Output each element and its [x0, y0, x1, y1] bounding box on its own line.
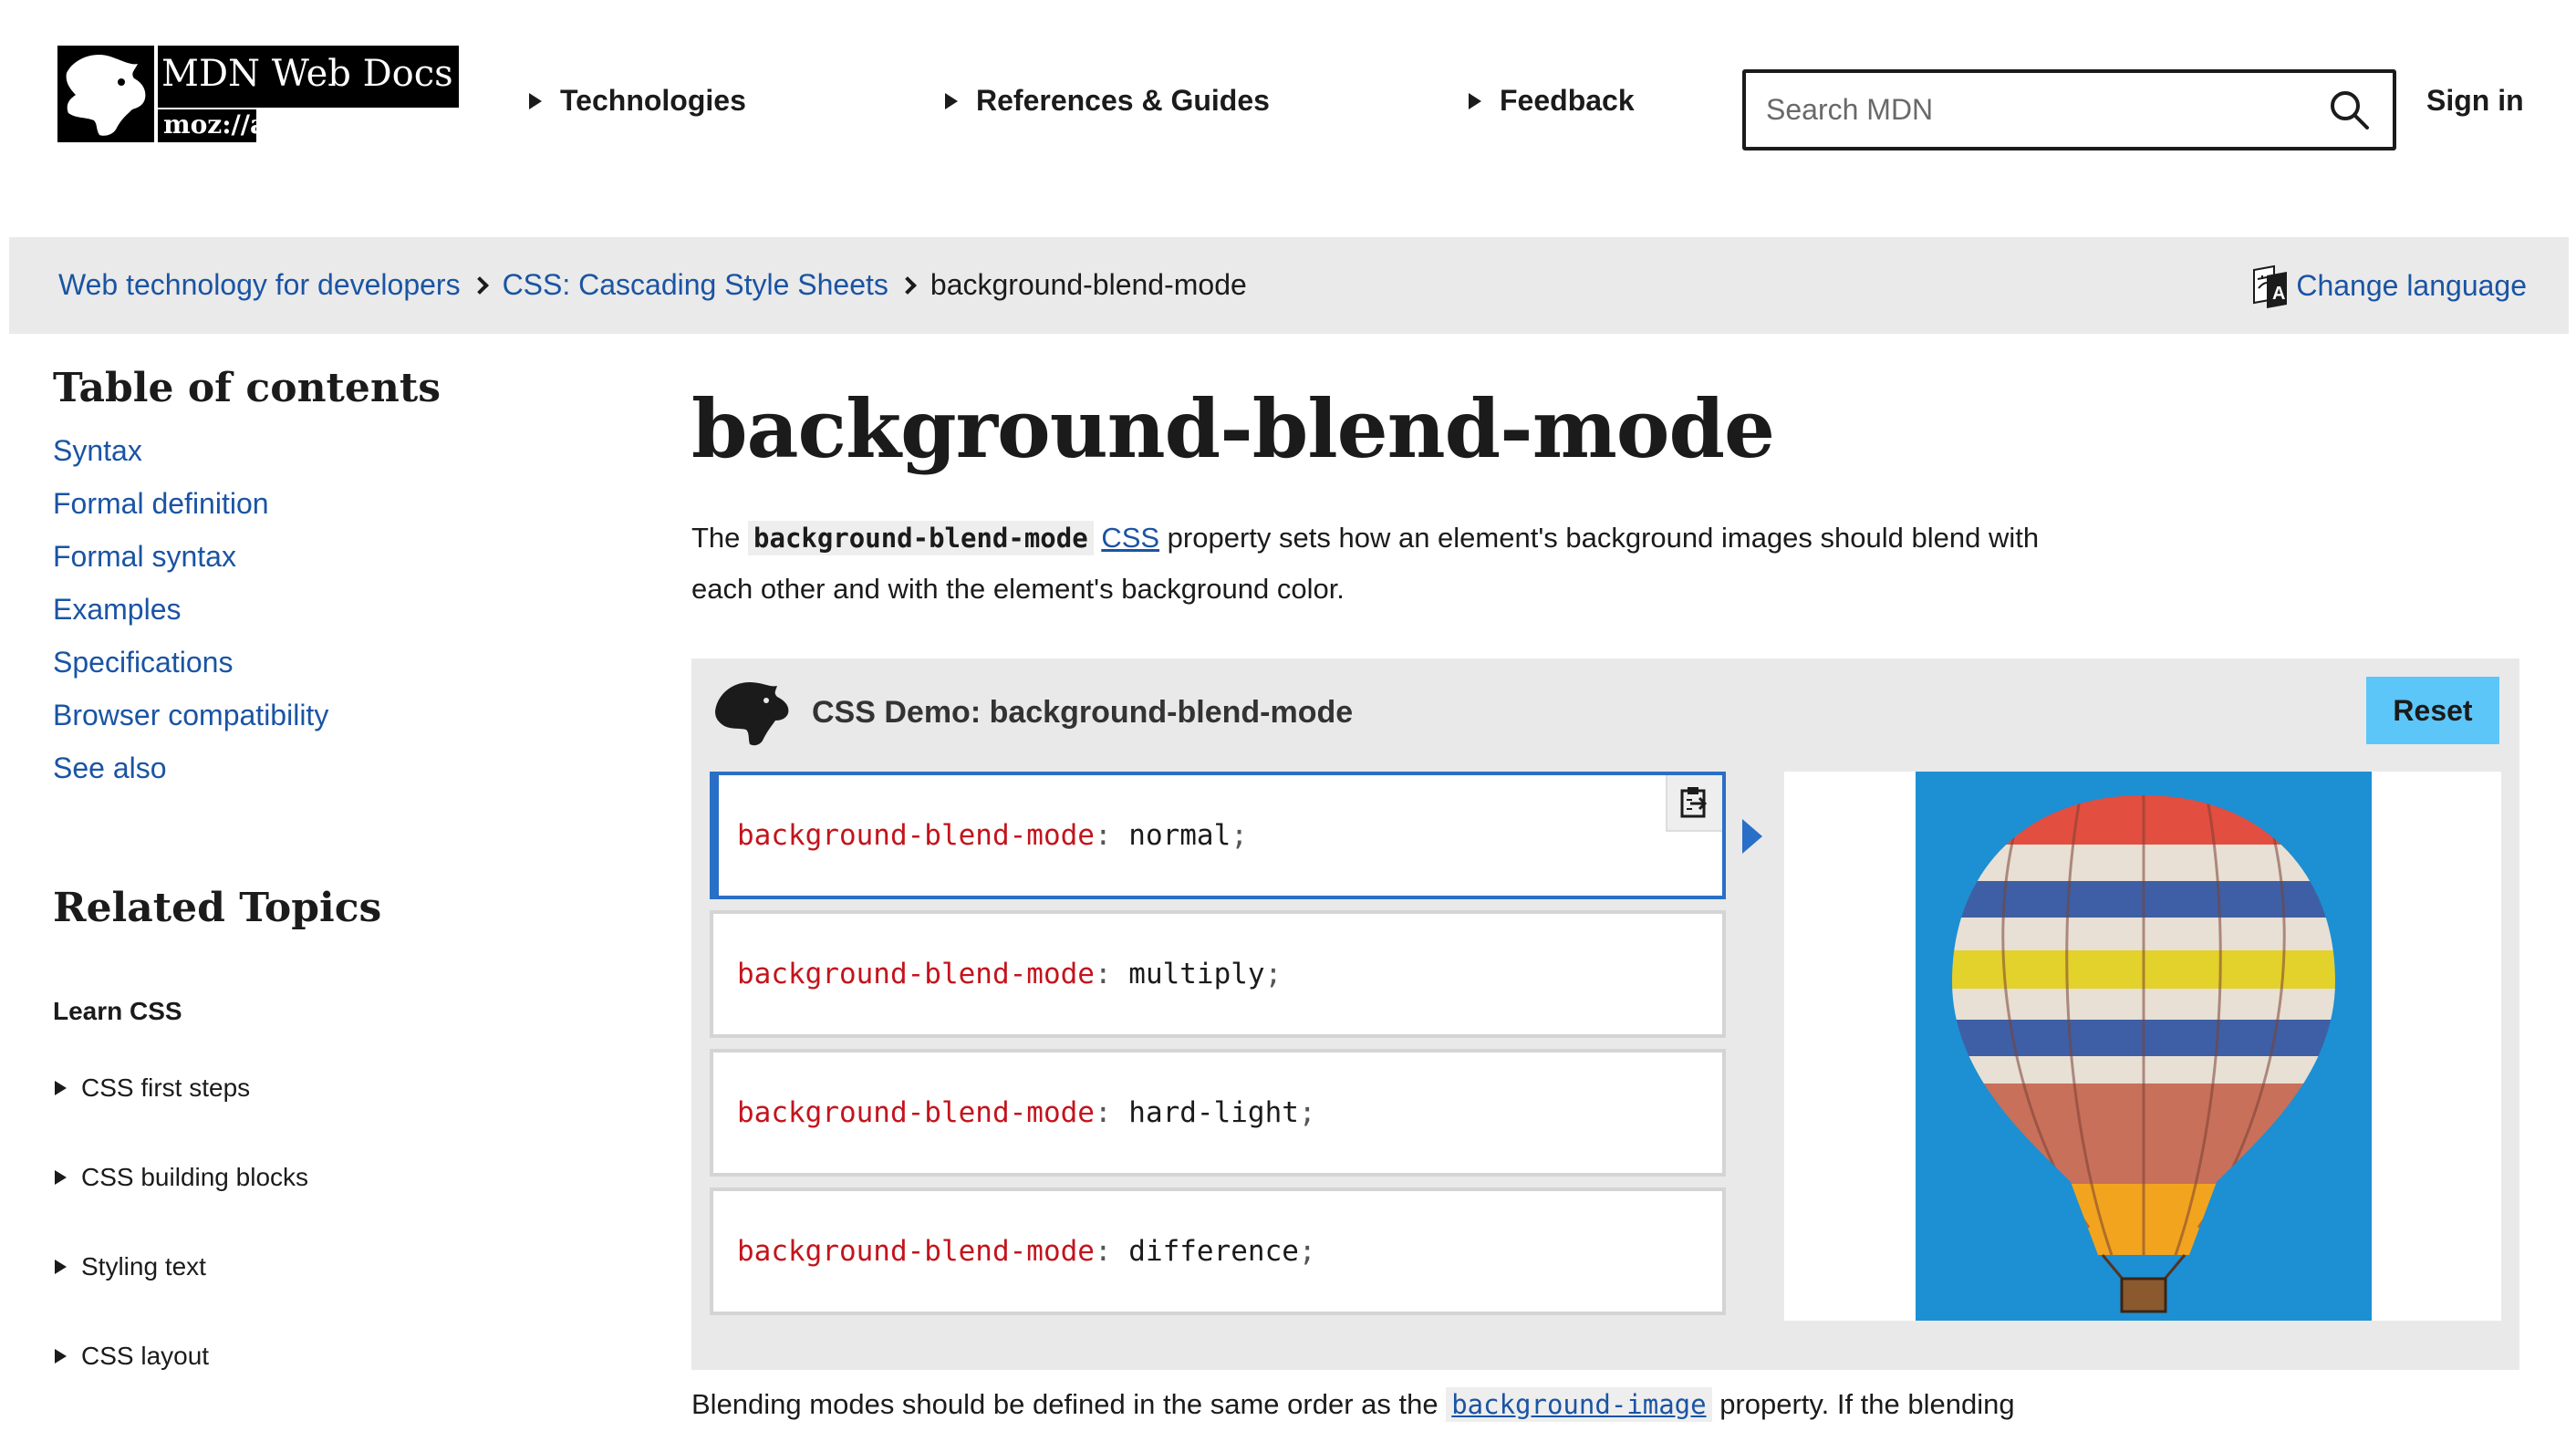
chevron-right-icon — [470, 275, 489, 295]
mdn-logo[interactable]: MDN Web Docs moz://a — [57, 46, 459, 142]
breadcrumb: Web technology for developers CSS: Casca… — [58, 268, 1247, 302]
related-topics-heading: Related Topics — [53, 885, 382, 931]
translate-icon: A — [2253, 264, 2288, 308]
code-colon: : — [1094, 958, 1112, 990]
selected-choice-arrow-icon — [1742, 819, 1762, 854]
demo-output — [1784, 772, 2501, 1321]
code-colon: : — [1094, 819, 1112, 852]
topic-label: Styling text — [81, 1252, 206, 1281]
expand-triangle-icon — [945, 92, 958, 109]
toc-item-browser-compatibility[interactable]: Browser compatibility — [53, 689, 600, 741]
demo-choice-difference[interactable]: background-blend-mode: difference; — [710, 1187, 1726, 1315]
chevron-right-icon — [898, 275, 917, 295]
hot-air-balloon-image — [1916, 772, 2372, 1321]
bottom-suffix: property. If the blending — [1711, 1388, 2015, 1420]
expand-triangle-icon — [55, 1081, 67, 1095]
nav-feedback[interactable]: Feedback — [1469, 84, 1635, 118]
toc-item-syntax[interactable]: Syntax — [53, 424, 600, 477]
main-content: background-blend-mode The background-ble… — [691, 365, 2516, 643]
topic-label: CSS first steps — [81, 1073, 251, 1102]
change-language-link[interactable]: A Change language — [2250, 263, 2527, 308]
nav-label: Feedback — [1500, 84, 1635, 117]
code-property: background-blend-mode — [737, 1235, 1095, 1268]
code-value: normal — [1128, 819, 1231, 852]
intro-paragraph: The background-blend-mode CSS property s… — [691, 513, 2078, 615]
svg-text:A: A — [2272, 284, 2285, 304]
topic-css-first-steps[interactable]: CSS first steps — [53, 1073, 381, 1163]
interactive-demo: CSS Demo: background-blend-mode Reset ba… — [691, 658, 2519, 1370]
expand-triangle-icon — [1469, 92, 1481, 109]
breadcrumb-current: background-blend-mode — [930, 268, 1247, 301]
sign-in-link[interactable]: Sign in — [2426, 84, 2524, 118]
topic-label: CSS building blocks — [81, 1163, 309, 1191]
background-image-link[interactable]: background-image — [1446, 1387, 1712, 1422]
search-icon[interactable] — [2327, 88, 2373, 133]
expand-triangle-icon — [55, 1170, 67, 1185]
code-semicolon: ; — [1298, 1096, 1316, 1129]
inline-code: background-blend-mode — [748, 521, 1094, 555]
demo-title: CSS Demo: background-blend-mode — [812, 695, 1354, 730]
code-semicolon: ; — [1231, 819, 1248, 852]
nav-label: References & Guides — [976, 84, 1270, 117]
clipboard-icon — [1680, 787, 1708, 818]
code-colon: : — [1094, 1096, 1112, 1129]
breadcrumb-bar: Web technology for developers CSS: Casca… — [9, 237, 2569, 334]
toc-list: Syntax Formal definition Formal syntax E… — [53, 424, 600, 794]
expand-triangle-icon — [55, 1349, 67, 1364]
toc-heading: Table of contents — [53, 365, 441, 411]
demo-choice-normal[interactable]: background-blend-mode: normal; — [710, 772, 1726, 899]
dinosaur-icon — [715, 682, 789, 746]
nav-label: Technologies — [560, 84, 746, 117]
code-semicolon: ; — [1264, 958, 1283, 990]
nav-technologies[interactable]: Technologies — [529, 84, 746, 118]
toc-item-specifications[interactable]: Specifications — [53, 636, 600, 689]
change-language-label: Change language — [2296, 268, 2527, 302]
topic-label: CSS layout — [81, 1342, 210, 1370]
page-title: background-blend-mode — [691, 381, 1775, 476]
topic-styling-text[interactable]: Styling text — [53, 1252, 381, 1342]
search-input[interactable] — [1746, 92, 2293, 128]
expand-triangle-icon — [55, 1260, 67, 1274]
toc-item-formal-syntax[interactable]: Formal syntax — [53, 530, 600, 583]
breadcrumb-web-technology[interactable]: Web technology for developers — [58, 268, 461, 302]
topic-css-layout[interactable]: CSS layout — [53, 1342, 381, 1431]
demo-choice-multiply[interactable]: background-blend-mode: multiply; — [710, 910, 1726, 1038]
toc-item-see-also[interactable]: See also — [53, 741, 600, 794]
nav-references-guides[interactable]: References & Guides — [945, 84, 1270, 118]
search-box — [1742, 69, 2396, 150]
related-topics: Related Topics Learn CSS CSS first steps… — [53, 885, 381, 1431]
copy-to-clipboard-button[interactable] — [1666, 775, 1722, 832]
code-property: background-blend-mode — [737, 1096, 1095, 1129]
reset-button[interactable]: Reset — [2366, 677, 2499, 744]
code-semicolon: ; — [1298, 1235, 1316, 1268]
bottom-prefix: Blending modes should be defined in the … — [691, 1388, 1447, 1420]
breadcrumb-css[interactable]: CSS: Cascading Style Sheets — [503, 268, 888, 302]
code-property: background-blend-mode — [737, 819, 1095, 852]
css-link[interactable]: CSS — [1101, 522, 1159, 554]
sidebar: Table of contents Syntax Formal definiti… — [53, 365, 600, 1370]
logo-title: MDN Web Docs — [158, 46, 459, 108]
site-header: MDN Web Docs moz://a Technologies Refere… — [0, 0, 2576, 219]
mozilla-wordmark: moz://a — [158, 109, 266, 142]
learn-css-heading: Learn CSS — [53, 997, 182, 1025]
code-value: multiply — [1128, 958, 1265, 990]
topic-list: CSS first steps CSS building blocks Styl… — [53, 1073, 381, 1431]
demo-choice-hard-light[interactable]: background-blend-mode: hard-light; — [710, 1049, 1726, 1177]
expand-triangle-icon — [529, 92, 542, 109]
bottom-paragraph: Blending modes should be defined in the … — [691, 1387, 2015, 1422]
code-value: hard-light — [1128, 1096, 1299, 1129]
dinosaur-logo-icon — [57, 46, 154, 142]
code-value: difference — [1128, 1235, 1299, 1268]
code-property: background-blend-mode — [737, 958, 1095, 990]
toc-item-formal-definition[interactable]: Formal definition — [53, 477, 600, 530]
intro-prefix: The — [691, 522, 749, 554]
code-colon: : — [1094, 1235, 1112, 1268]
topic-css-building-blocks[interactable]: CSS building blocks — [53, 1163, 381, 1252]
toc-item-examples[interactable]: Examples — [53, 583, 600, 636]
